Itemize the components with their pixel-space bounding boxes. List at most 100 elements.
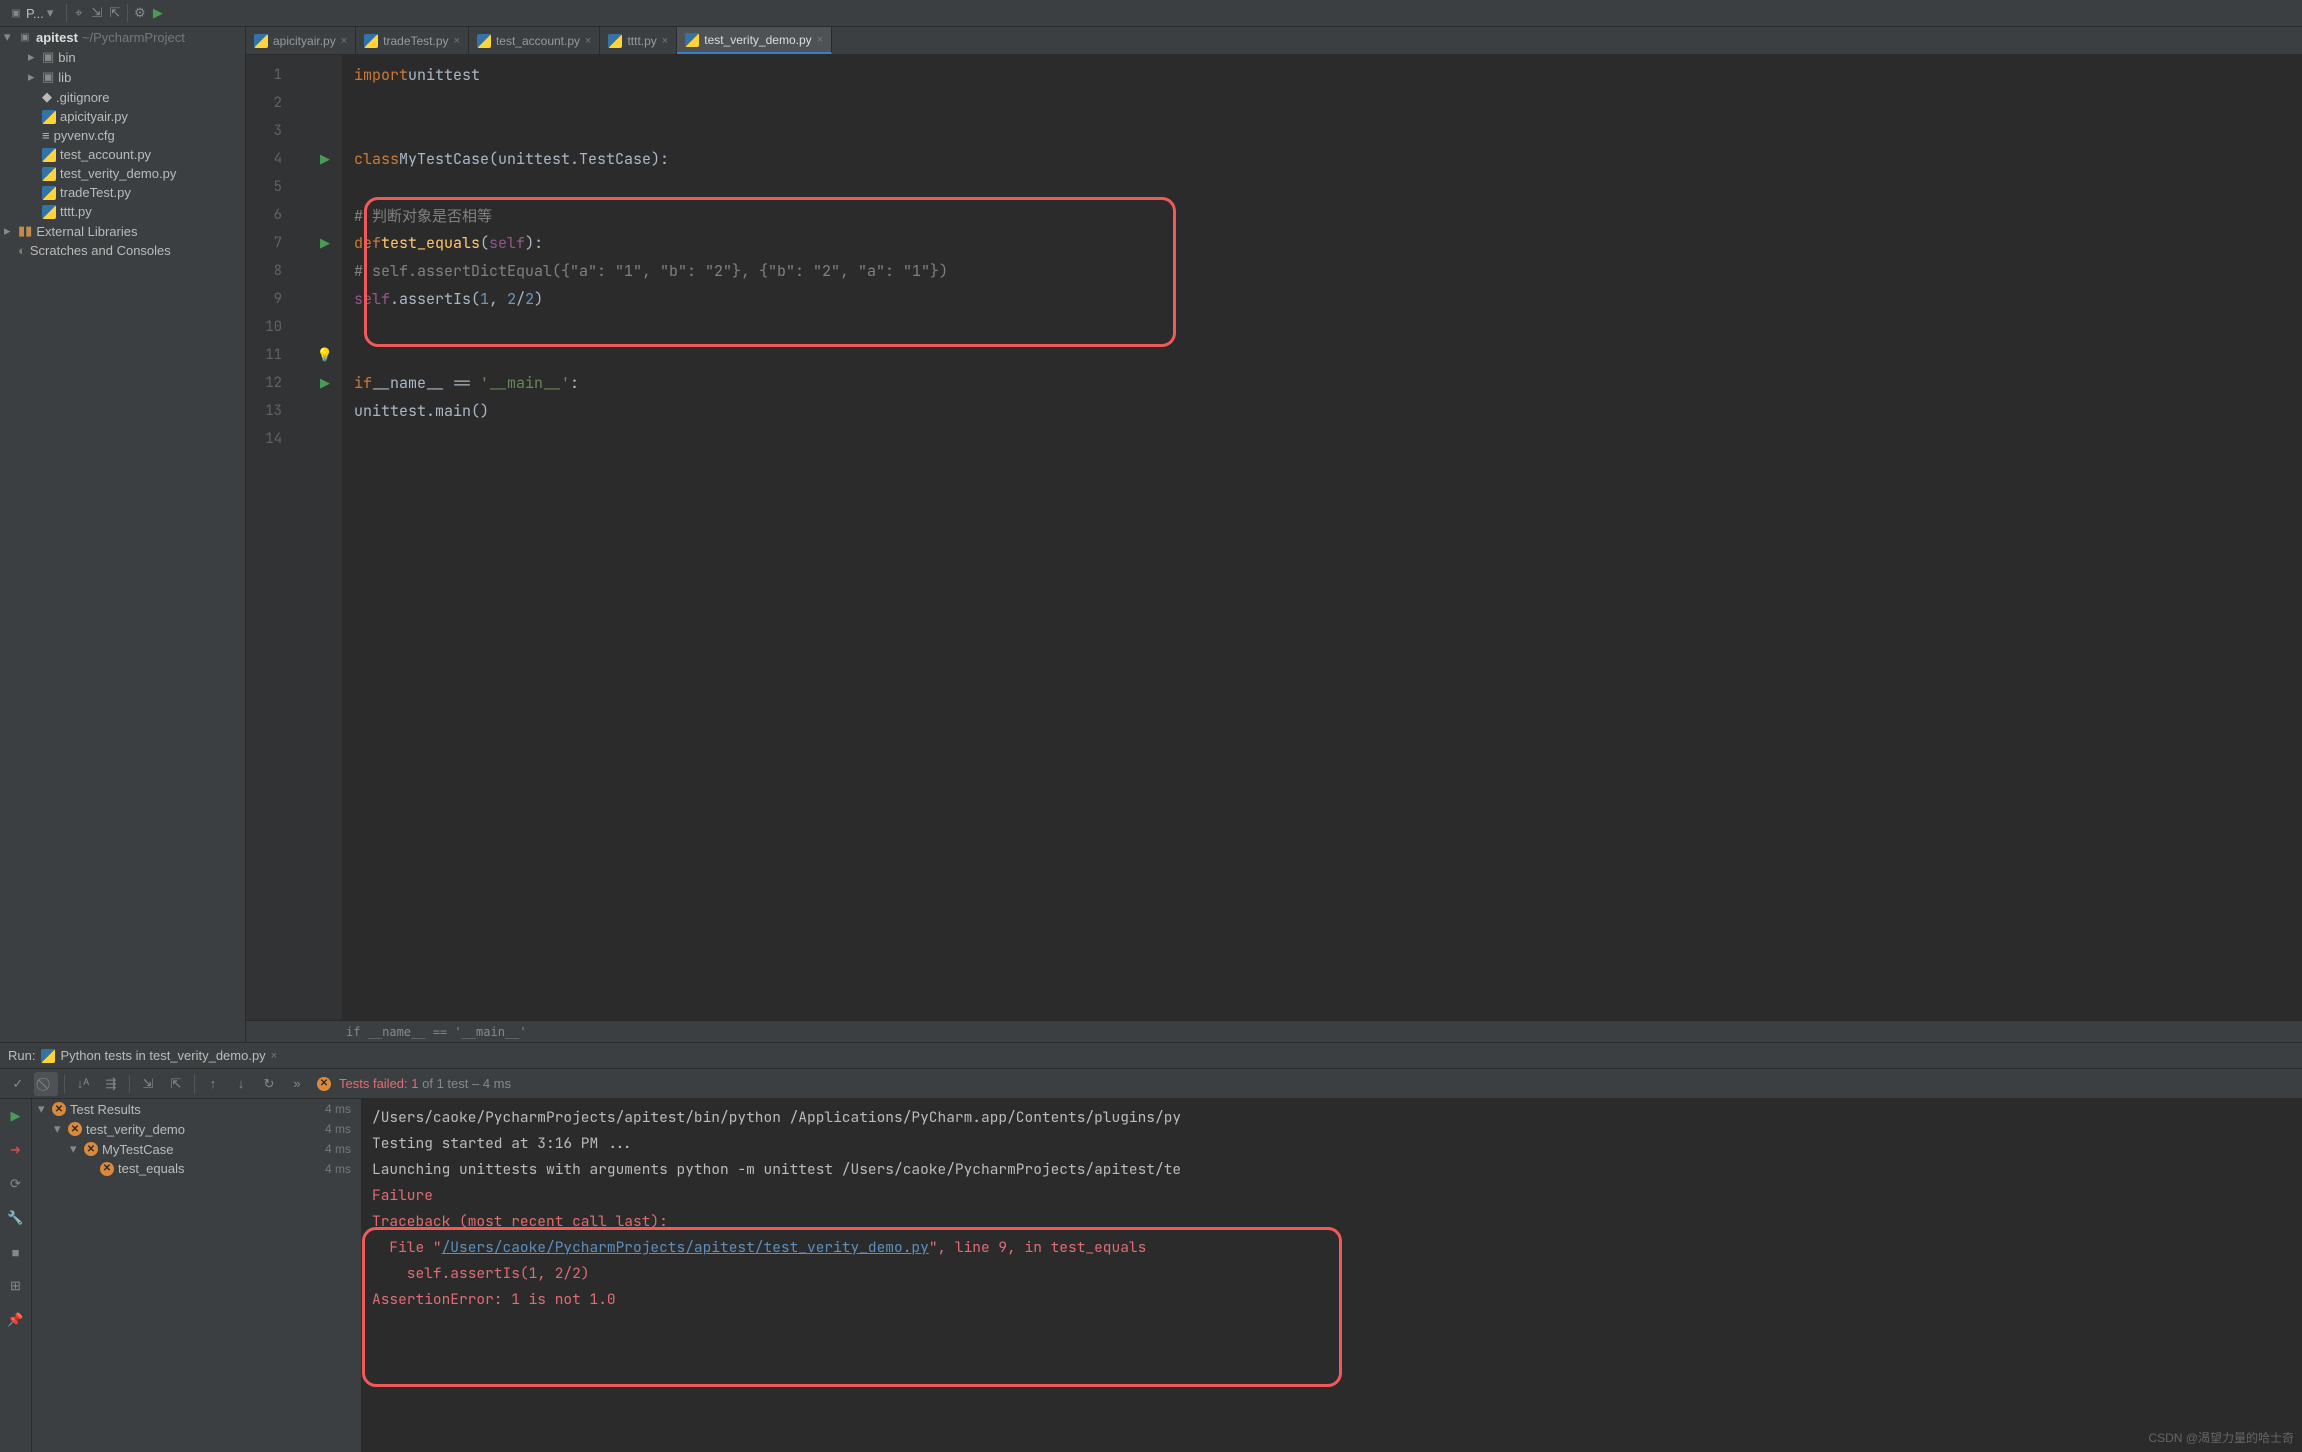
code-line[interactable] [354, 313, 2302, 341]
chevron-icon: ▸ [28, 49, 38, 65]
code-line[interactable] [354, 341, 2302, 369]
run-sidebar: ▶ ➜ ⟳ 🔧 ■ ⊞ 📌 [0, 1099, 32, 1452]
up-icon[interactable]: ↑ [201, 1072, 225, 1096]
tree-item[interactable]: ▸▣lib [0, 67, 245, 87]
down-icon[interactable]: ↓ [229, 1072, 253, 1096]
bulb-icon[interactable]: 💡 [317, 347, 333, 363]
line-number: 7 [246, 234, 282, 252]
python-icon [477, 34, 491, 48]
separator [64, 1075, 65, 1093]
tree-item[interactable]: test_verity_demo.py [0, 164, 245, 183]
tree-item[interactable]: ▸▣bin [0, 47, 245, 67]
test-result-row[interactable]: ▾✕Test Results4 ms [32, 1099, 361, 1119]
test-result-row[interactable]: ✕test_equals4 ms [32, 1159, 361, 1178]
close-icon[interactable]: × [271, 1050, 277, 1062]
run-config-tab[interactable]: Python tests in test_verity_demo.py × [41, 1048, 277, 1063]
editor-tab[interactable]: apicityair.py× [246, 27, 356, 54]
stop-icon[interactable]: ■ [3, 1239, 29, 1265]
code-line[interactable]: # 判断对象是否相等 [354, 201, 2302, 229]
tab-label: tradeTest.py [383, 34, 448, 48]
tree-item-label: test_account.py [60, 147, 151, 162]
gear-icon[interactable]: ⚙︎ [132, 5, 148, 21]
circle-slash-icon[interactable]: ⃠ [34, 1072, 58, 1096]
collapse-icon[interactable]: ⇱ [164, 1072, 188, 1096]
run-line-icon[interactable]: ▶ [320, 151, 330, 167]
collapse-all-icon[interactable]: ⇱ [107, 5, 123, 21]
editor-tab[interactable]: tttt.py× [600, 27, 677, 54]
code-line[interactable]: def test_equals(self): [354, 229, 2302, 257]
close-icon[interactable]: × [585, 35, 591, 47]
code-line[interactable] [354, 173, 2302, 201]
python-icon [42, 205, 56, 219]
tree-item[interactable]: ◆.gitignore [0, 87, 245, 107]
tree-item[interactable]: ≡pyvenv.cfg [0, 126, 245, 145]
code-line[interactable] [354, 425, 2302, 453]
python-icon [42, 167, 56, 181]
run-header-label: Run: [8, 1048, 35, 1063]
run-line-icon[interactable]: ▶ [320, 235, 330, 251]
console-output[interactable]: /Users/caoke/PycharmProjects/apitest/bin… [362, 1099, 2302, 1452]
code-line[interactable]: # self.assertDictEqual({"a": "1", "b": "… [354, 257, 2302, 285]
tree-item[interactable]: tttt.py [0, 202, 245, 221]
separator [66, 4, 67, 22]
test-result-row[interactable]: ▾✕MyTestCase4 ms [32, 1139, 361, 1159]
python-icon [254, 34, 268, 48]
close-icon[interactable]: × [454, 35, 460, 47]
filter-icon[interactable]: ⇶ [99, 1072, 123, 1096]
toggle-icon[interactable]: ⟳ [3, 1171, 29, 1197]
expand-icon[interactable]: ⇲ [136, 1072, 160, 1096]
folder-icon: ▣ [42, 49, 54, 65]
debug-icon[interactable]: ➜ [3, 1137, 29, 1163]
test-result-row[interactable]: ▾✕test_verity_demo4 ms [32, 1119, 361, 1139]
result-label: test_equals [118, 1161, 185, 1176]
code-line[interactable] [354, 117, 2302, 145]
layout-icon[interactable]: ⊞ [3, 1273, 29, 1299]
fail-suffix: of 1 test – 4 ms [419, 1076, 512, 1091]
editor-tab[interactable]: test_verity_demo.py× [677, 27, 832, 54]
chevron-down-icon: ▾ [4, 29, 14, 45]
close-icon[interactable]: × [662, 35, 668, 47]
line-number: 13 [246, 402, 282, 420]
result-time: 4 ms [325, 1102, 351, 1116]
python-icon [364, 34, 378, 48]
scratches[interactable]: ◐ Scratches and Consoles [0, 241, 245, 260]
separator [129, 1075, 130, 1093]
code-line[interactable] [354, 89, 2302, 117]
editor-tab[interactable]: tradeTest.py × [356, 27, 469, 54]
tree-item[interactable]: tradeTest.py [0, 183, 245, 202]
close-icon[interactable]: × [341, 35, 347, 47]
check-icon[interactable]: ✓ [6, 1072, 30, 1096]
code[interactable]: import unittest class MyTestCase(unittest… [342, 55, 2302, 1020]
editor-tab[interactable]: test_account.py× [469, 27, 601, 54]
sort-icon[interactable]: ↓ᴬ [71, 1072, 95, 1096]
folder-icon: ▣ [9, 6, 23, 20]
folder-icon: ▣ [42, 69, 54, 85]
project-root[interactable]: ▾ ▣ apitest ~/PycharmProject [0, 27, 245, 47]
code-line[interactable]: if __name__ == '__main__': [354, 369, 2302, 397]
more-icon[interactable]: » [285, 1072, 309, 1096]
history-icon[interactable]: ↻ [257, 1072, 281, 1096]
target-icon[interactable]: ⌖ [71, 5, 87, 21]
code-line[interactable]: unittest.main() [354, 397, 2302, 425]
tree-item[interactable]: apicityair.py [0, 107, 245, 126]
library-icon: ▮▮ [18, 223, 32, 239]
breadcrumb[interactable]: if __name__ == '__main__' [246, 1020, 2302, 1042]
rerun-icon[interactable]: ▶ [3, 1103, 29, 1129]
tree-item[interactable]: test_account.py [0, 145, 245, 164]
code-line[interactable]: class MyTestCase(unittest.TestCase): [354, 145, 2302, 173]
run-toolbar: ✓ ⃠ ↓ᴬ ⇶ ⇲ ⇱ ↑ ↓ ↻ » ✕ Tests failed: 1 o… [0, 1069, 2302, 1099]
run-line-icon[interactable]: ▶ [320, 375, 330, 391]
tree-item-label: apicityair.py [60, 109, 128, 124]
close-icon[interactable]: × [817, 34, 823, 46]
pin-icon[interactable]: 📌 [3, 1307, 29, 1333]
expand-all-icon[interactable]: ⇲ [89, 5, 105, 21]
code-line[interactable]: self.assertIs(1, 2/2) [354, 285, 2302, 313]
external-libraries[interactable]: ▸ ▮▮ External Libraries [0, 221, 245, 241]
project-button[interactable]: ▣ P... ▾ [4, 3, 62, 23]
wrench-icon[interactable]: 🔧 [3, 1205, 29, 1231]
code-line[interactable]: import unittest [354, 61, 2302, 89]
root-label: apitest [36, 30, 78, 45]
run-icon[interactable]: ▶ [150, 5, 166, 21]
file-icon: ◆ [42, 89, 52, 105]
python-icon [608, 34, 622, 48]
